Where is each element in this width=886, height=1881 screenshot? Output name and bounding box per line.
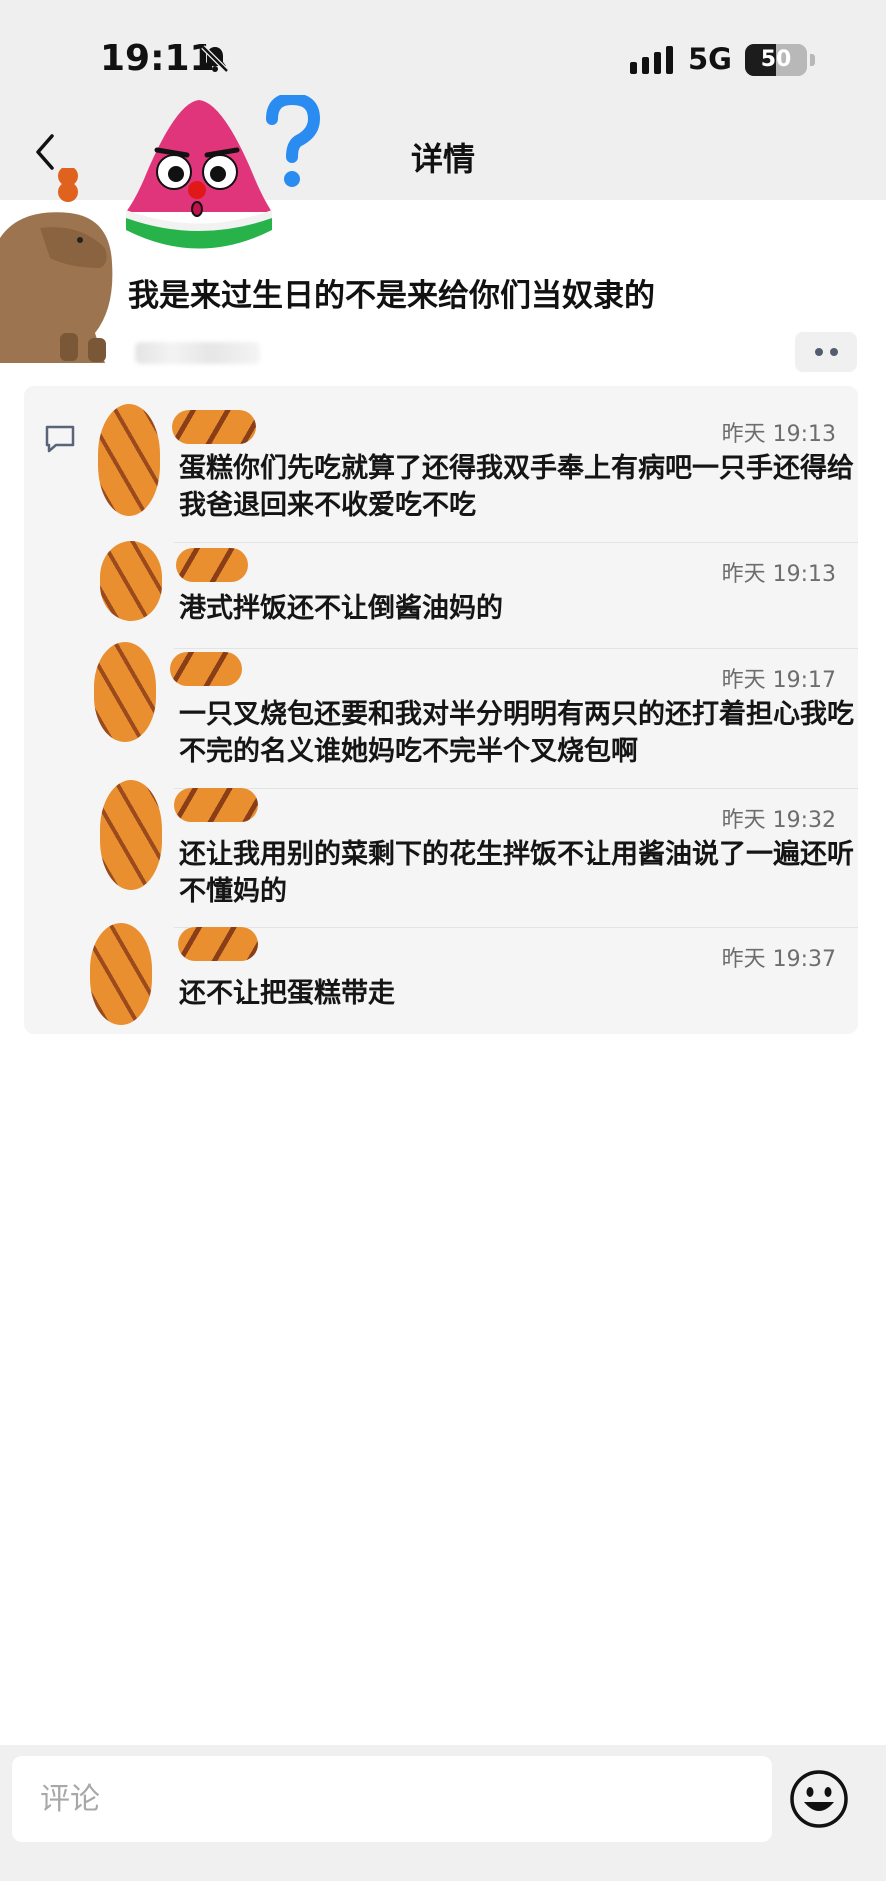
avatar-redacted (94, 642, 156, 742)
username-redacted (170, 652, 242, 686)
status-time: 19:11 (100, 38, 215, 79)
emoji-icon[interactable] (788, 1768, 850, 1830)
avatar-redacted (100, 780, 162, 890)
comment-text: 一只叉烧包还要和我对半分明明有两只的还打着担心我吃不完的名义谁她妈吃不完半个叉烧… (179, 699, 854, 767)
username-redacted (174, 788, 258, 822)
username-redacted (178, 927, 258, 961)
capybara-sticker (0, 168, 113, 363)
comment-text: 还让我用别的菜剩下的花生拌饭不让用酱油说了一遍还听不懂妈的 (179, 839, 854, 907)
comment-time: 昨天 19:13 (721, 562, 836, 587)
more-dot (814, 348, 823, 356)
divider (174, 927, 858, 928)
more-dot (829, 348, 838, 356)
network-type: 5G (688, 42, 732, 76)
comment-input[interactable] (12, 1756, 772, 1842)
username-redacted (172, 410, 256, 444)
comment-time: 昨天 19:37 (721, 947, 836, 972)
comment-time: 昨天 19:13 (721, 422, 836, 447)
bell-muted-icon (201, 45, 229, 73)
divider (174, 542, 858, 543)
comment-time: 昨天 19:17 (721, 668, 836, 693)
avatar-redacted (100, 541, 162, 621)
comment-text: 蛋糕你们先吃就算了还得我双手奉上有病吧一只手还得给我爸退回来不收爱吃不吃 (179, 453, 854, 521)
comments-panel: 昨天 19:13 蛋糕你们先吃就算了还得我双手奉上有病吧一只手还得给我爸退回来不… (24, 386, 858, 1034)
comment-text: 还不让把蛋糕带走 (179, 978, 395, 1009)
avatar-redacted (98, 404, 160, 516)
signal-icon (630, 46, 673, 74)
battery-cap (810, 54, 815, 66)
divider (174, 648, 858, 649)
battery-level: 50 (760, 47, 792, 72)
watermelon-sticker (126, 100, 272, 249)
username-redacted (176, 548, 248, 582)
battery-icon: 50 (745, 44, 807, 76)
comment-icon (45, 425, 75, 453)
comment-text: 港式拌饭还不让倒酱油妈的 (179, 593, 503, 624)
post-meta-redacted (135, 342, 260, 364)
question-mark-sticker (266, 95, 320, 187)
avatar-redacted (90, 923, 152, 1025)
comment-time: 昨天 19:32 (721, 808, 836, 833)
post-text: 我是来过生日的不是来给你们当奴隶的 (128, 278, 655, 314)
divider (174, 788, 858, 789)
more-options-button[interactable] (795, 332, 857, 372)
